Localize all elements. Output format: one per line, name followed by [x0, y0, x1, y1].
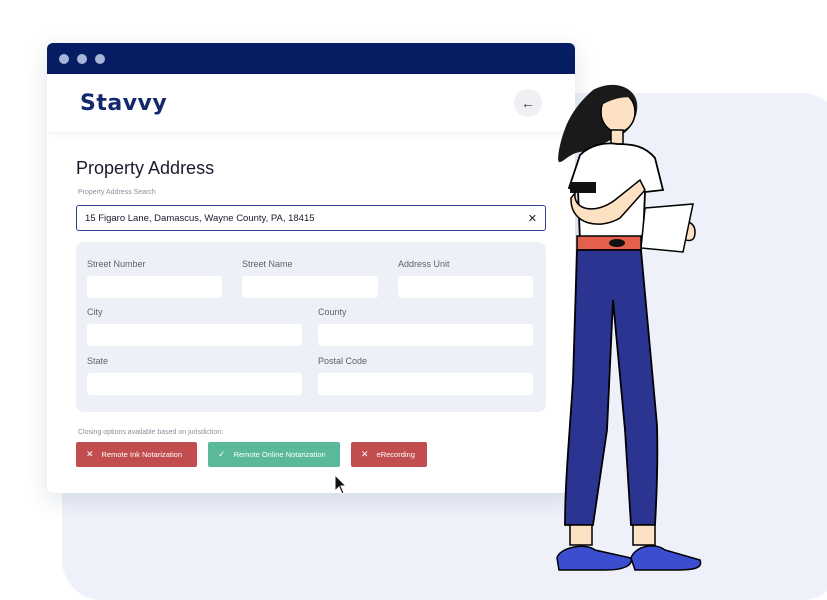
city-field[interactable] [87, 324, 302, 346]
postal-code-label: Postal Code [318, 356, 368, 366]
street-number-field[interactable] [87, 276, 222, 298]
check-icon: ✓ [218, 449, 226, 459]
option-label: Remote Online Notarization [233, 450, 326, 459]
page-title: Property Address [76, 158, 215, 178]
street-name-field[interactable] [242, 276, 378, 298]
search-label: Property Address Search [78, 189, 156, 196]
window-dot [95, 53, 105, 64]
back-button[interactable]: ← [514, 89, 542, 117]
woman-illustration [556, 84, 702, 571]
street-name-label: Street Name [242, 259, 293, 269]
option-label: eRecording [376, 450, 415, 459]
close-icon: ✕ [361, 449, 369, 459]
window-dot [59, 53, 69, 64]
option-label: Remote Ink Notarization [101, 450, 182, 459]
postal-code-field[interactable] [318, 373, 533, 395]
street-number-label: Street Number [87, 259, 146, 269]
state-field[interactable] [87, 373, 302, 395]
mouse-cursor-icon [334, 474, 348, 495]
main-content: Property Address Property Address Search… [47, 158, 575, 467]
city-label: City [87, 307, 103, 317]
closing-options-label: Closing options available based on juris… [78, 429, 224, 436]
window-titlebar [47, 43, 575, 74]
arrow-left-icon: ← [521, 95, 535, 111]
address-unit-label: Address Unit [398, 259, 450, 269]
close-icon: ✕ [86, 449, 94, 459]
state-label: State [87, 356, 109, 366]
remote-online-notarization-button[interactable]: ✓ Remote Online Notarization [208, 442, 340, 467]
app-window: Stavvy ← Property Address Property Addre… [47, 43, 575, 493]
remote-ink-notarization-button[interactable]: ✕ Remote Ink Notarization [76, 442, 197, 467]
search-value: 15 Figaro Lane, Damascus, Wayne County, … [85, 212, 315, 224]
address-form: Street Number Street Name Address Unit C… [76, 242, 546, 412]
close-icon[interactable]: ✕ [528, 212, 537, 225]
address-unit-field[interactable] [398, 276, 533, 298]
app-header: Stavvy ← [47, 74, 575, 132]
address-search-input[interactable]: 15 Figaro Lane, Damascus, Wayne County, … [76, 205, 546, 231]
county-label: County [318, 307, 347, 317]
window-dot [77, 53, 87, 64]
closing-options: ✕ Remote Ink Notarization ✓ Remote Onlin… [76, 442, 546, 467]
logo: Stavvy [80, 90, 168, 116]
county-field[interactable] [318, 324, 533, 346]
erecording-button[interactable]: ✕ eRecording [351, 442, 427, 467]
